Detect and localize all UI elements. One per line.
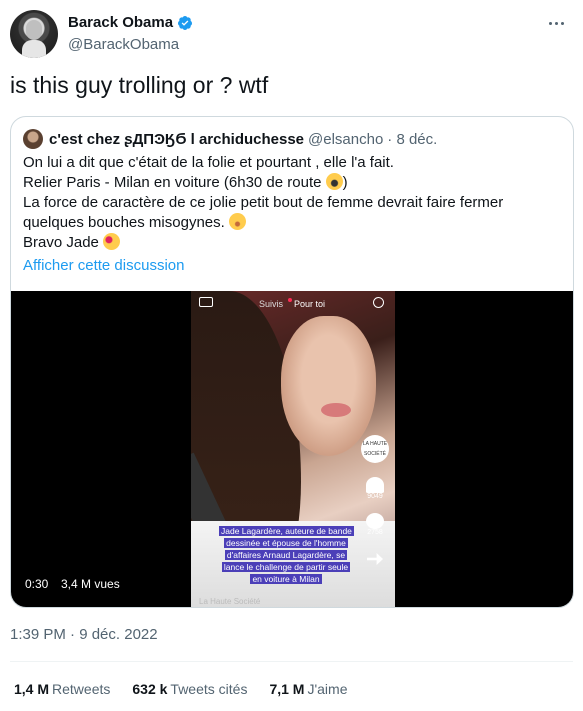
video-lips (321, 403, 351, 417)
smirking-face-emoji-icon (228, 213, 246, 230)
quoted-line-1: On lui a dit que c'était de la folie et … (23, 154, 394, 171)
share-icon (367, 553, 383, 565)
video-watermark: La Haute Société (199, 597, 261, 606)
tiktok-search-icon (373, 297, 384, 308)
tiktok-tab-following: Suivis (259, 299, 284, 309)
author-handle[interactable]: @BarackObama (68, 36, 179, 53)
tweet-stats: 1,4 M Retweets 632 k Tweets cités 7,1 M J'a… (14, 681, 370, 697)
smiling-hearts-emoji-icon (103, 233, 121, 250)
retweets-count: 1,4 M (14, 681, 50, 697)
tiktok-share (361, 553, 389, 565)
tiktok-live-icon (199, 297, 213, 307)
more-options-icon[interactable] (545, 12, 567, 34)
divider (10, 661, 573, 662)
quoted-author-name: c'est chez ʂДПϿӃϬ l archiduchesse (49, 130, 305, 148)
tweet-header: Barack Obama @BarackObama (10, 10, 573, 58)
quoted-line-5-text: Bravo Jade (23, 234, 99, 251)
video-views: 3,4 M vues (61, 577, 120, 591)
quotes-count: 632 k (132, 681, 168, 697)
quoted-line-2-text: Relier Paris - Milan en voiture (6h30 de… (23, 174, 322, 191)
quoted-author-handle: @elsancho (308, 130, 384, 148)
retweets-stat[interactable]: 1,4 M Retweets (14, 681, 110, 697)
quotes-label: Tweets cités (170, 681, 248, 697)
quoted-line-4-text: quelques bouches misogynes. (23, 214, 225, 231)
tweet-timestamp[interactable]: 1:39 PM · 9 déc. 2022 (10, 626, 158, 643)
quoted-text: On lui a dit que c'était de la folie et … (23, 153, 563, 253)
avatar-face (26, 20, 42, 40)
likes-count: 7,1 M (269, 681, 305, 697)
video-caption-text: Jade Lagardère, auteure de bande dessiné… (219, 526, 354, 584)
quote-tweets-stat[interactable]: 632 k Tweets cités (132, 681, 247, 697)
likes-label: J'aime (307, 681, 348, 697)
tiktok-like-count: 9049 (367, 493, 383, 500)
tiktok-profile-avatar: LA HAUTE SOCIÉTÉ (361, 435, 389, 463)
tiktok-tab-for-you: Pour toi (294, 299, 326, 309)
quoted-line-2-suffix: ) (342, 174, 348, 191)
heart-icon (366, 477, 384, 493)
likes-stat[interactable]: 7,1 M J'aime (269, 681, 347, 697)
author-avatar[interactable] (10, 10, 58, 58)
quoted-line-3: La force de caractère de ce jolie petit … (23, 194, 504, 211)
author-name-row: Barack Obama (68, 14, 193, 31)
quoted-header: c'est chez ʂДПϿӃϬ l archiduchesse @elsan… (23, 129, 437, 149)
quoted-line-2: Relier Paris - Milan en voiture (6h30 de… (23, 173, 563, 193)
tiktok-comment: 2758 (361, 513, 389, 536)
verified-badge-icon (178, 15, 193, 30)
quoted-line-4: quelques bouches misogynes. (23, 213, 563, 233)
video-caption: Jade Lagardère, auteure de bande dessiné… (219, 525, 354, 585)
quoted-line-5: Bravo Jade (23, 233, 563, 253)
avatar-shirt (22, 40, 46, 58)
video-frame: Suivis Pour toi LA HAUTE SOCIÉTÉ 9049 27… (191, 291, 395, 607)
video-duration: 0:30 (25, 577, 49, 591)
quoted-avatar (23, 129, 43, 149)
quoted-tweet[interactable]: c'est chez ʂДПϿӃϬ l archiduchesse @elsan… (10, 116, 574, 608)
show-thread-link[interactable]: Afficher cette discussion (23, 257, 184, 274)
screaming-face-emoji-icon (325, 173, 343, 190)
tiktok-comment-count: 2758 (367, 529, 383, 536)
tweet-text: is this guy trolling or ? wtf (10, 72, 269, 98)
tiktok-like: 9049 (361, 477, 389, 500)
video-player[interactable]: Suivis Pour toi LA HAUTE SOCIÉTÉ 9049 27… (11, 291, 573, 607)
retweets-label: Retweets (52, 681, 111, 697)
tiktok-notification-dot (288, 298, 292, 302)
author-name[interactable]: Barack Obama (68, 14, 173, 31)
video-face (281, 316, 376, 456)
quoted-date: · 8 déc. (387, 130, 438, 148)
comment-icon (366, 513, 384, 529)
